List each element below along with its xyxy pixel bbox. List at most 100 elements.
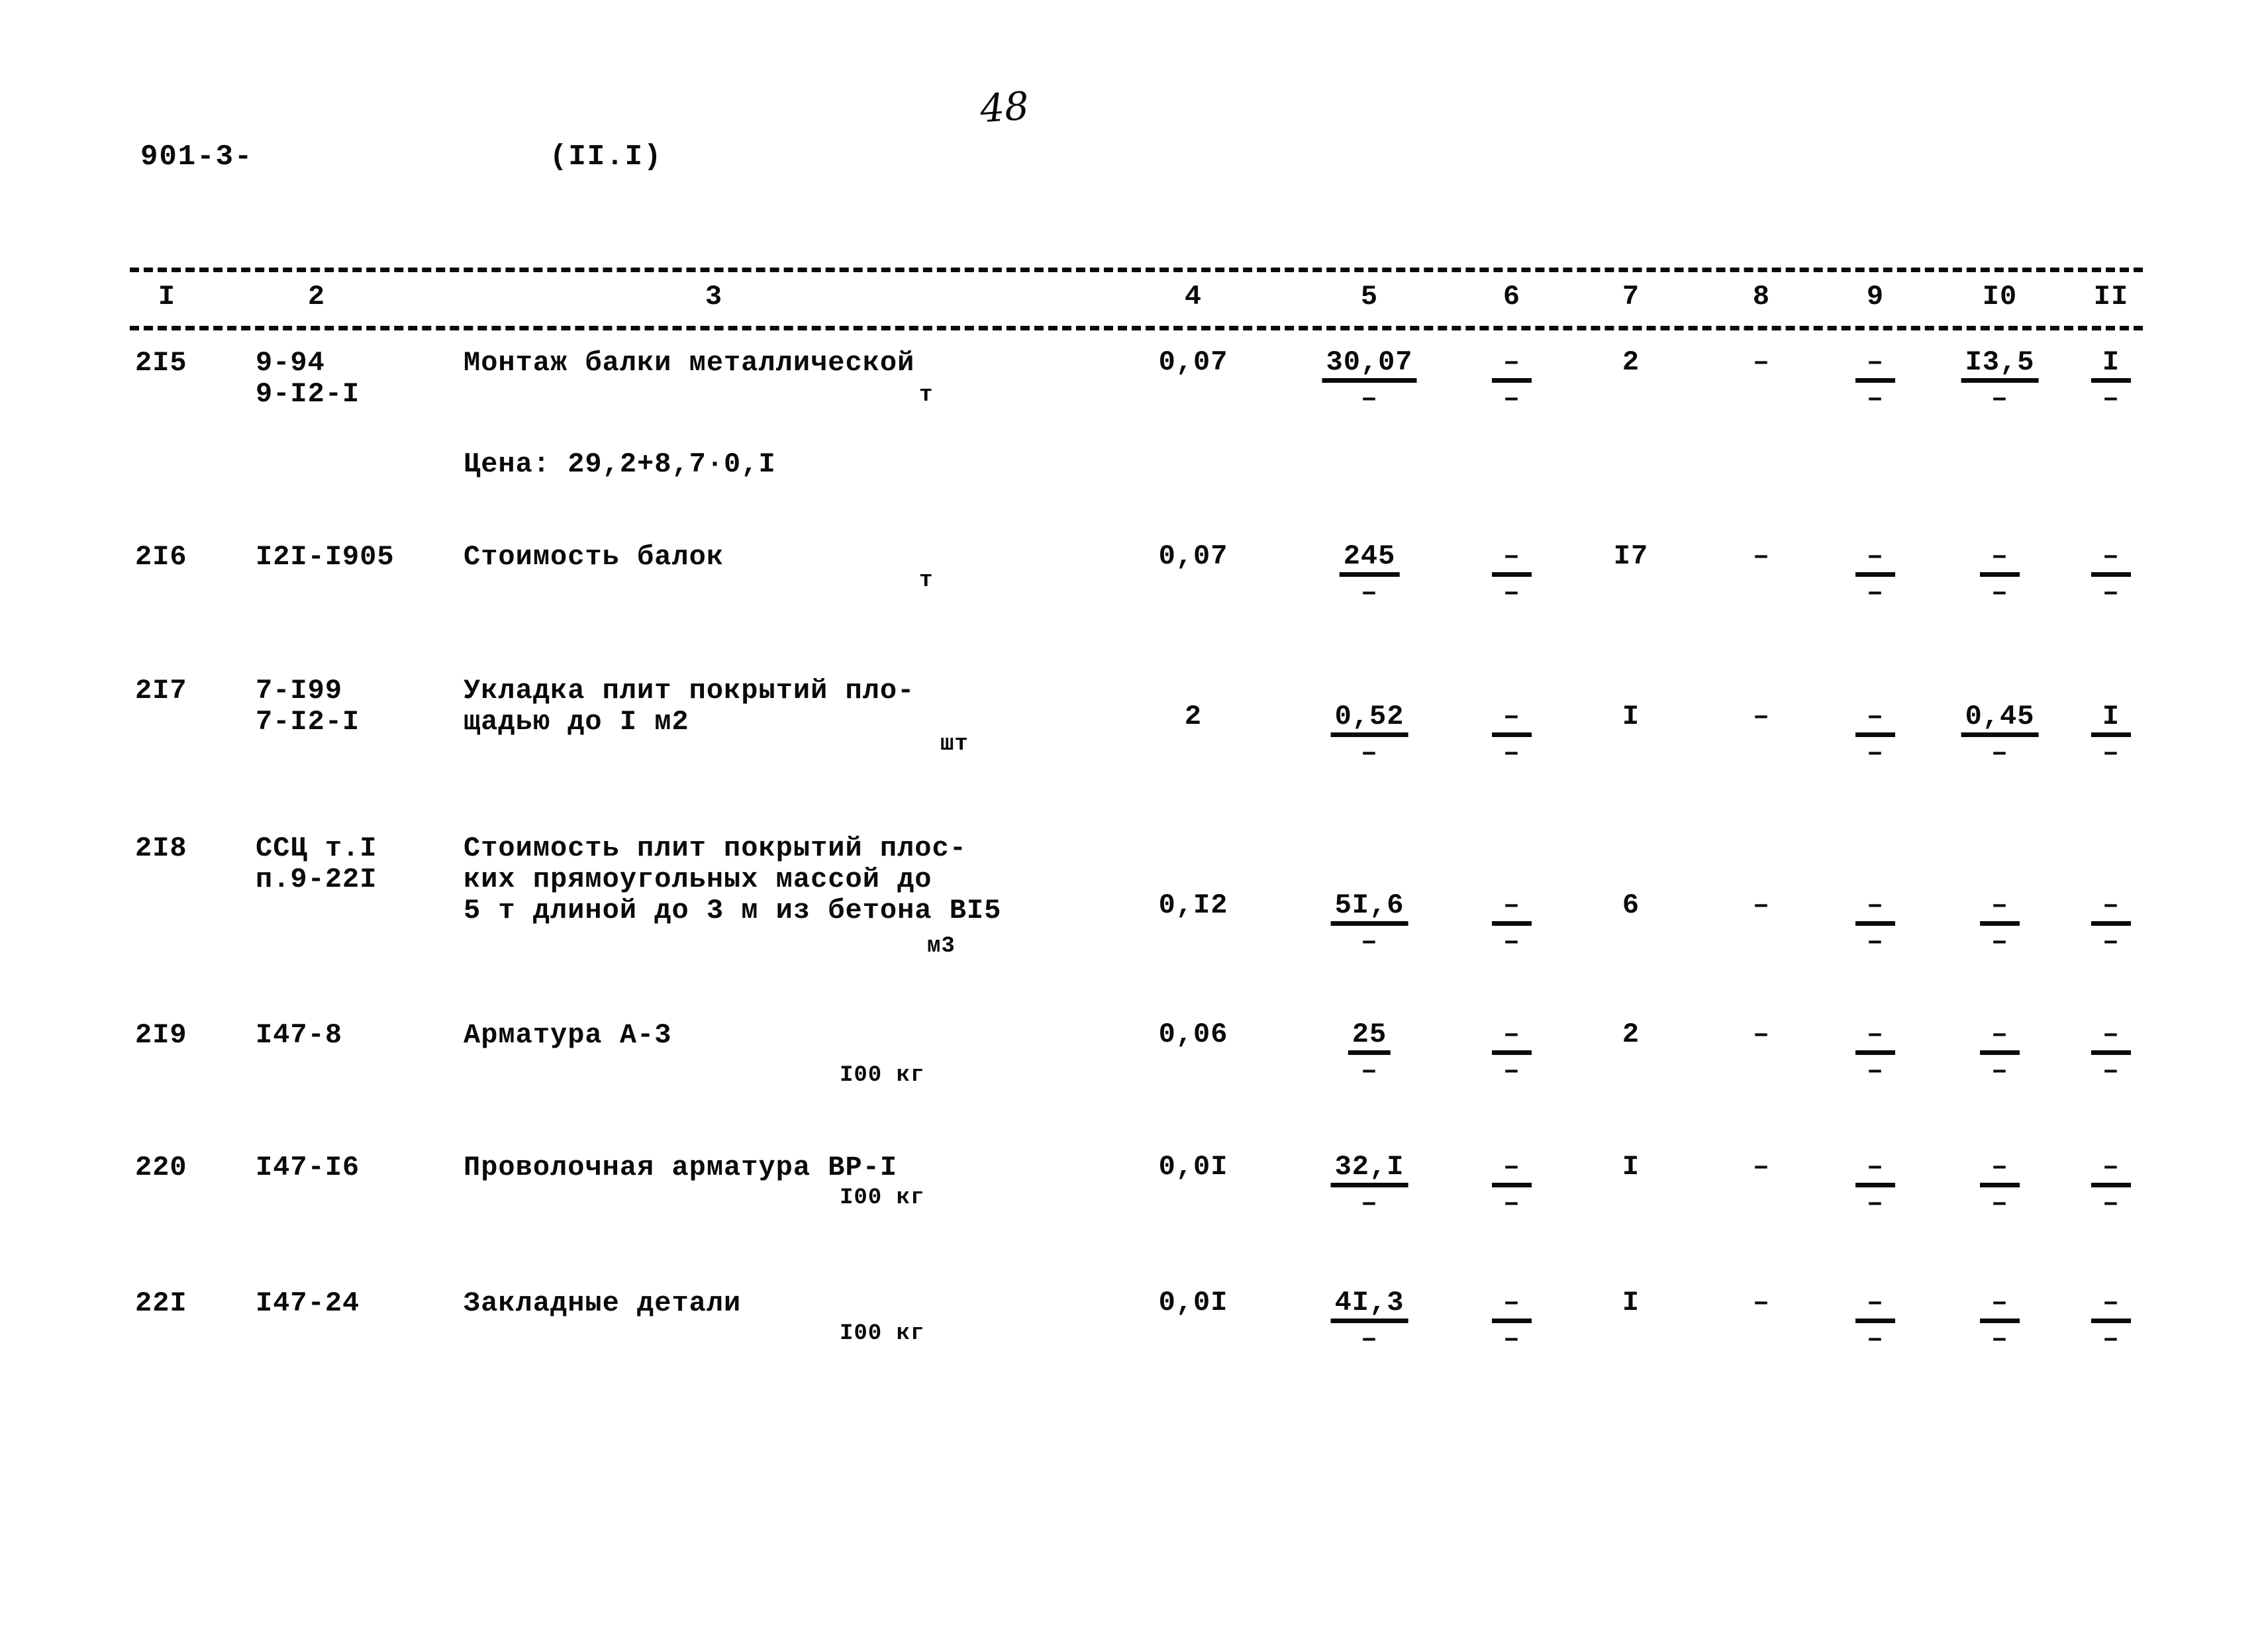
cell-col9-fraction-numerator: –: [1866, 540, 1885, 572]
cell-col9-fraction-denominator: –: [1866, 577, 1885, 609]
cell-col5-unit-cost-fraction-rule: [1348, 1050, 1391, 1056]
cell-col11-fraction-numerator: –: [2102, 1287, 2120, 1319]
cell-col11-fraction: – –: [2091, 891, 2131, 956]
cell-col11-fraction-rule: [2091, 921, 2131, 926]
cell-col9-fraction-rule: [1855, 1319, 1895, 1324]
row-price-note: Цена: 29,2+8,7·0,I: [464, 448, 776, 480]
cell-col6: – –: [1492, 1288, 1532, 1354]
cell-col4-quantity-value: 0,06: [1158, 1019, 1228, 1050]
cell-col9-fraction-numerator: –: [1866, 889, 1885, 921]
cell-col10-fraction-rule: [1961, 732, 2039, 738]
cell-col11-fraction: – –: [2091, 542, 2131, 607]
row-unit-of-measure: м3: [927, 934, 956, 959]
cell-col4-quantity-value: 0,07: [1158, 540, 1228, 572]
cell-col9-fraction-numerator: –: [1866, 346, 1885, 378]
column-header-5: 5: [1360, 281, 1379, 313]
row-description: Проволочная арматура ВР-I: [464, 1152, 898, 1183]
cell-col10: I3,5 –: [1961, 348, 2039, 413]
cell-col6-fraction: – –: [1492, 1152, 1532, 1218]
cell-col8: –: [1753, 891, 1770, 920]
row-description: Закладные детали: [464, 1287, 742, 1319]
cell-col10-fraction-rule: [1980, 572, 2020, 577]
row-description: Монтаж балки металлической: [464, 347, 915, 379]
cell-col7-total-value: I: [1622, 1287, 1640, 1319]
cell-col5-unit-cost-fraction: 25 –: [1348, 1020, 1391, 1085]
cell-col11: – –: [2091, 1152, 2131, 1218]
row-norm-code: I47-I6: [256, 1152, 360, 1183]
cell-col11: – –: [2091, 891, 2131, 956]
cell-col8: –: [1753, 1152, 1770, 1181]
cell-col10-fraction-rule: [1980, 921, 2020, 926]
row-position-number: 2I9: [135, 1019, 187, 1051]
cell-col11-fraction-denominator: –: [2102, 577, 2120, 609]
cell-col8: –: [1753, 348, 1770, 377]
cell-col6: – –: [1492, 1020, 1532, 1085]
cell-col10-fraction-denominator: –: [1991, 1055, 2009, 1087]
cell-col5-unit-cost-fraction-numerator: 25: [1352, 1019, 1387, 1050]
cell-col10: – –: [1980, 542, 2020, 607]
cell-col10-fraction: – –: [1980, 1288, 2020, 1354]
cell-col9: – –: [1855, 348, 1895, 413]
cell-col5-unit-cost-fraction-rule: [1330, 732, 1408, 738]
cell-col6-fraction-rule: [1492, 572, 1532, 577]
cell-col11-fraction-numerator: I: [2102, 346, 2120, 378]
table-header-rule-top: [130, 268, 2143, 272]
cell-col6-fraction-numerator: –: [1503, 346, 1521, 378]
cell-col11-fraction-denominator: –: [2102, 1323, 2120, 1356]
column-header-7: 7: [1622, 281, 1640, 313]
cell-col11-fraction: – –: [2091, 1152, 2131, 1218]
cell-col10-fraction-denominator: –: [1991, 1323, 2009, 1356]
cell-col10: – –: [1980, 1020, 2020, 1085]
cell-col11-fraction-rule: [2091, 1050, 2131, 1056]
column-header-3: 3: [705, 281, 723, 313]
cell-col10-fraction: – –: [1980, 1020, 2020, 1085]
cell-col6-fraction-numerator: –: [1503, 701, 1521, 732]
row-unit-of-measure: т: [919, 383, 934, 408]
row-unit-of-measure: шт: [940, 732, 969, 757]
cell-col5-unit-cost: 5I,6 –: [1330, 891, 1408, 958]
cell-col6-fraction-denominator: –: [1503, 577, 1521, 609]
cell-col5-unit-cost-fraction-numerator: 30,07: [1326, 346, 1413, 378]
cell-col6: – –: [1492, 1152, 1532, 1218]
document-code: 901-3-: [140, 140, 254, 174]
cell-col5-unit-cost-fraction-rule: [1322, 378, 1417, 383]
cell-col10: 0,45 –: [1961, 702, 2039, 768]
row-unit-of-measure: т: [919, 568, 934, 593]
cell-col10-fraction-numerator: –: [1991, 1019, 2009, 1050]
cell-col5-unit-cost: 30,07 –: [1322, 346, 1417, 413]
cell-col5-unit-cost-fraction-denominator: –: [1360, 926, 1379, 958]
cell-col5-unit-cost: 32,I –: [1330, 1152, 1408, 1218]
cell-col11-fraction: I –: [2091, 348, 2131, 413]
cell-col5-unit-cost-fraction: 5I,6 –: [1330, 891, 1408, 958]
cell-col7-total: 2: [1622, 1020, 1640, 1049]
cell-col4-quantity: 0,0I: [1159, 1288, 1228, 1317]
cell-col7-total-value: I: [1622, 1151, 1640, 1183]
column-header-4: 4: [1184, 281, 1203, 313]
cell-col6: – –: [1492, 542, 1532, 607]
cell-col6-fraction-denominator: –: [1503, 383, 1521, 415]
cell-col7-total: I: [1622, 702, 1640, 731]
cell-col9-fraction-numerator: –: [1866, 1151, 1885, 1183]
table-header-rule-bottom: [130, 326, 2143, 330]
row-norm-code: ССЦ т.I п.9-22I: [256, 832, 377, 896]
cell-col6: – –: [1492, 891, 1532, 956]
cell-col6-fraction-rule: [1492, 1183, 1532, 1188]
scanned-document-page: 901-3- (II.I) 48 I 2 3 4 5 6 7 8 9 I0 II 2I5 9-94 9…: [0, 0, 2268, 1643]
cell-col10-fraction-numerator: –: [1991, 889, 2009, 921]
cell-col10-fraction-denominator: –: [1991, 577, 2009, 609]
column-header-2: 2: [307, 281, 326, 313]
cell-col9-fraction: – –: [1855, 891, 1895, 956]
cell-col7-total: I: [1622, 1288, 1640, 1317]
cell-col10-fraction-numerator: 0,45: [1965, 701, 2035, 732]
cell-col5-unit-cost-fraction-numerator: 245: [1343, 540, 1396, 572]
row-description: Арматура А-3: [464, 1019, 672, 1051]
cell-col11-fraction-denominator: –: [2102, 383, 2120, 415]
cell-col8: –: [1753, 702, 1770, 731]
cell-col9: – –: [1855, 891, 1895, 956]
document-section-label: (II.I): [550, 140, 663, 174]
column-header-1: I: [158, 281, 176, 313]
cell-col10-fraction: I3,5 –: [1961, 348, 2039, 413]
cell-col11-fraction-rule: [2091, 732, 2131, 738]
row-norm-code: 7-I99 7-I2-I: [256, 675, 360, 738]
cell-col10-fraction: – –: [1980, 1152, 2020, 1218]
